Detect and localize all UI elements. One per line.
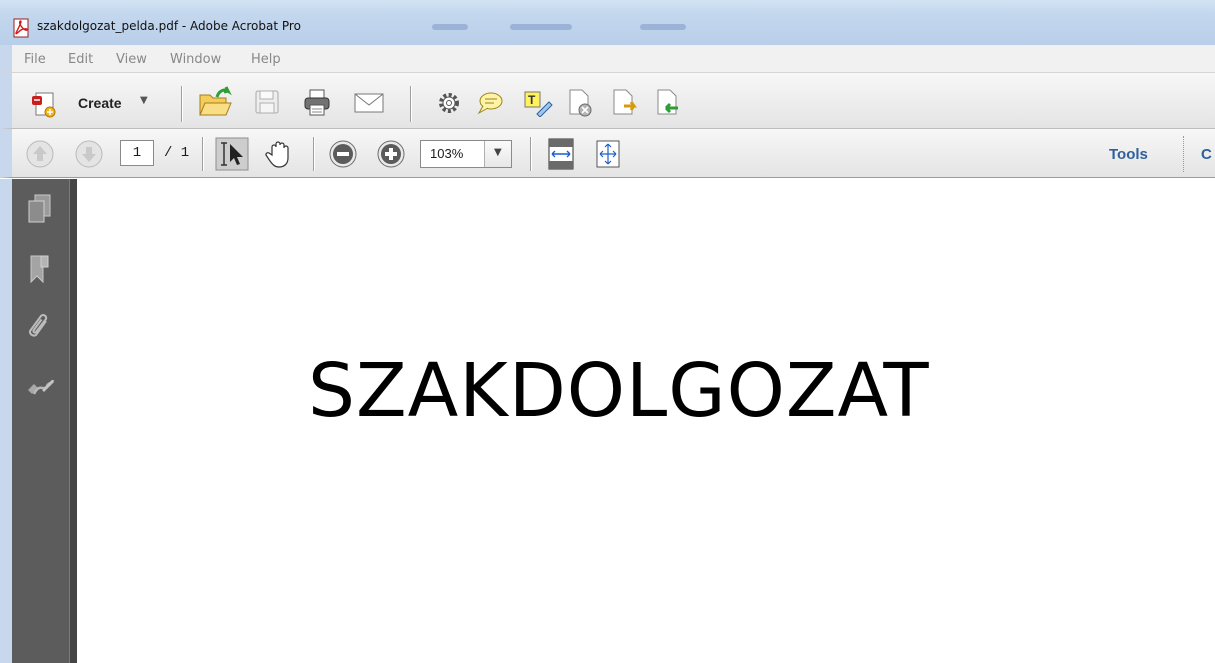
menu-help[interactable]: Help <box>251 52 281 67</box>
attachments-icon[interactable] <box>26 312 54 344</box>
comment-icon[interactable] <box>476 90 504 116</box>
zoom-dropdown-button[interactable]: ▼ <box>484 141 511 167</box>
create-pdf-icon <box>32 92 56 118</box>
tools-pane-button[interactable]: Tools <box>1109 146 1148 163</box>
previous-page-icon[interactable] <box>25 139 55 169</box>
save-icon[interactable] <box>253 88 281 116</box>
toolbar-separator <box>202 137 204 171</box>
toolbar-separator <box>530 137 532 171</box>
toolbar-separator <box>410 86 412 122</box>
menu-edit[interactable]: Edit <box>68 52 93 67</box>
blurred-taskbar-text <box>510 24 572 30</box>
delete-page-icon[interactable] <box>566 88 594 118</box>
zoom-out-icon[interactable] <box>328 139 358 169</box>
window-frame <box>0 179 12 663</box>
blurred-taskbar-text <box>640 24 686 30</box>
comment-pane-button[interactable]: C <box>1201 146 1212 163</box>
title-bar: szakdolgozat_pelda.pdf - Adobe Acrobat P… <box>0 0 1215 45</box>
zoom-select[interactable]: 103% ▼ <box>420 140 512 168</box>
bookmarks-icon[interactable] <box>26 254 52 286</box>
create-label: Create <box>78 95 122 111</box>
svg-text:T: T <box>528 93 536 107</box>
settings-icon[interactable] <box>436 90 462 116</box>
toolbar-separator <box>313 137 315 171</box>
highlight-icon[interactable]: T <box>523 89 553 117</box>
menu-file[interactable]: File <box>24 52 46 67</box>
open-icon[interactable] <box>197 85 233 119</box>
page-total: / 1 <box>164 145 190 161</box>
navigation-pane <box>12 179 69 663</box>
window-title: szakdolgozat_pelda.pdf - Adobe Acrobat P… <box>37 19 301 33</box>
create-button[interactable]: Create ▼ <box>26 84 158 122</box>
pages-icon[interactable] <box>26 193 54 225</box>
toolbar-separator <box>1183 136 1184 172</box>
menu-bar: File Edit View Window Help <box>0 45 1215 73</box>
menu-view[interactable]: View <box>116 52 147 67</box>
signatures-icon[interactable] <box>26 376 56 400</box>
insert-page-icon[interactable] <box>654 88 684 118</box>
fit-width-icon[interactable] <box>546 137 576 171</box>
select-tool-icon[interactable] <box>215 137 249 171</box>
document-heading: SZAKDOLGOZAT <box>308 348 930 434</box>
next-page-icon[interactable] <box>74 139 104 169</box>
chevron-down-icon: ▼ <box>494 147 502 158</box>
acrobat-pdf-icon <box>13 18 29 38</box>
email-icon[interactable] <box>353 90 385 116</box>
toolbar-separator <box>181 86 183 122</box>
fit-page-icon[interactable] <box>594 139 622 169</box>
zoom-in-icon[interactable] <box>376 139 406 169</box>
navigation-pane-splitter[interactable] <box>69 179 77 663</box>
print-icon[interactable] <box>302 88 332 118</box>
chevron-down-icon: ▼ <box>140 95 148 106</box>
blurred-taskbar-text <box>432 24 468 30</box>
hand-tool-icon[interactable] <box>263 138 295 170</box>
extract-page-icon[interactable] <box>610 88 640 118</box>
zoom-value: 103% <box>430 146 464 161</box>
menu-window[interactable]: Window <box>170 52 221 67</box>
page-number-input[interactable]: 1 <box>120 140 154 166</box>
